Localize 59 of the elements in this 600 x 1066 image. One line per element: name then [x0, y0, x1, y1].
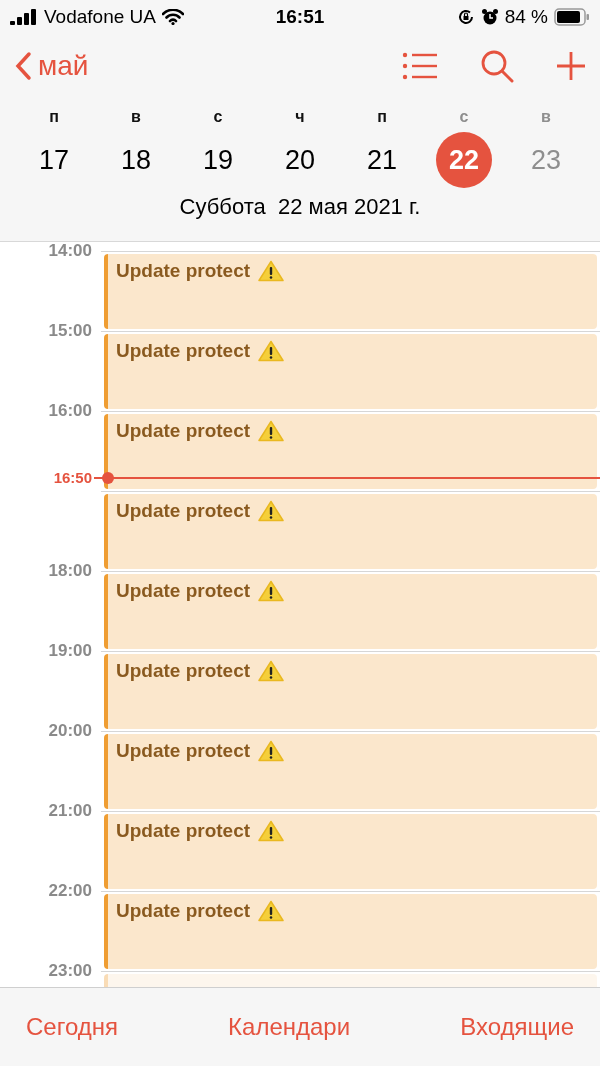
hour-label: 14:00 — [47, 242, 92, 261]
weekday-label: с — [213, 107, 223, 127]
list-icon[interactable] — [402, 52, 438, 80]
hour-label: 16:00 — [47, 401, 92, 421]
event-title: Update protect — [116, 820, 251, 842]
calendar-event[interactable]: Update protect — [104, 894, 597, 969]
event-title: Update protect — [116, 660, 251, 682]
calendar-event[interactable]: Update protect — [104, 734, 597, 809]
event-title: Update protect — [116, 900, 251, 922]
weekday-label: п — [49, 107, 59, 127]
day-number[interactable]: 20 — [272, 132, 328, 188]
calendar-event[interactable]: Update protect — [104, 574, 597, 649]
tab-button[interactable]: Входящие — [460, 1013, 574, 1041]
hour-label: 21:00 — [47, 801, 92, 821]
calendar-event[interactable]: Update protect — [104, 814, 597, 889]
rotation-lock-icon — [456, 8, 475, 26]
calendar-event[interactable]: Update protect — [104, 654, 597, 729]
back-button[interactable]: май — [14, 50, 89, 82]
event-title: Update protect — [116, 580, 251, 602]
day-number[interactable]: 17 — [26, 132, 82, 188]
signal-icon — [10, 9, 38, 25]
event-title: Update protect — [116, 340, 251, 362]
search-icon[interactable] — [480, 49, 514, 83]
weekday-label: ч — [295, 107, 305, 127]
hour-label: 19:00 — [47, 641, 92, 661]
calendar-event[interactable]: Update protect — [104, 414, 597, 489]
calendar-event[interactable]: Update protect — [104, 334, 597, 409]
event-title: Update protect — [116, 740, 251, 762]
event-title: Update protect — [116, 420, 251, 442]
hour-label: 20:00 — [47, 721, 92, 741]
carrier-name: Vodafone UA — [44, 6, 156, 28]
hour-label: 15:00 — [47, 321, 92, 341]
hour-label: 18:00 — [47, 561, 92, 581]
hour-label: 23:00 — [47, 961, 92, 981]
weekday-label: п — [377, 107, 387, 127]
selected-date: Суббота 22 мая 2021 г. — [178, 194, 422, 220]
day-number[interactable]: 18 — [108, 132, 164, 188]
day-number[interactable]: 23 — [518, 132, 574, 188]
tab-button[interactable]: Календари — [228, 1013, 351, 1041]
weekday-label: с — [459, 107, 469, 127]
clock-time: 16:51 — [275, 6, 325, 28]
add-icon[interactable] — [556, 51, 586, 81]
event-title: Update protect — [116, 500, 251, 522]
hour-label: 22:00 — [47, 881, 92, 901]
weekday-label: в — [131, 107, 141, 127]
day-number[interactable]: 22 — [436, 132, 492, 188]
wifi-icon — [162, 9, 184, 25]
current-time-label: 16:50 — [52, 469, 92, 487]
battery-percent: 84 % — [504, 6, 548, 28]
tab-button[interactable]: Сегодня — [26, 1013, 118, 1041]
alarm-icon — [480, 8, 499, 26]
event-title: Update protect — [116, 260, 251, 282]
weekday-label: в — [541, 107, 551, 127]
battery-icon — [554, 8, 590, 26]
calendar-event[interactable]: Update protect — [104, 254, 597, 329]
day-number[interactable]: 19 — [190, 132, 246, 188]
chevron-icon — [14, 51, 32, 81]
day-number[interactable]: 21 — [354, 132, 410, 188]
calendar-event[interactable]: Update protect — [104, 494, 597, 569]
